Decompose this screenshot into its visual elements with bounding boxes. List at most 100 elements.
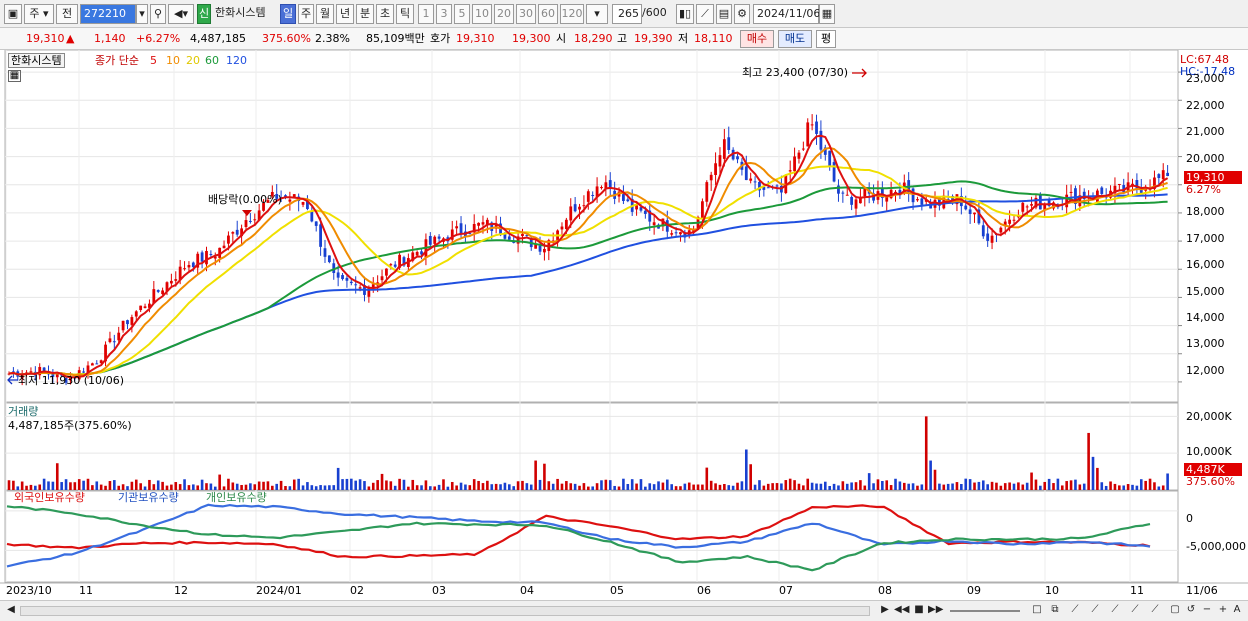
volume-bar bbox=[600, 480, 603, 490]
zoom-box-icon[interactable]: □ bbox=[1030, 604, 1044, 618]
interval-1[interactable]: 1 bbox=[418, 4, 434, 24]
play-icon[interactable]: ▶ bbox=[878, 604, 892, 618]
volume-bar bbox=[310, 485, 314, 490]
candle-body bbox=[459, 223, 463, 235]
font-size-icon[interactable]: A bbox=[1230, 604, 1244, 618]
tool-icon[interactable]: ⟋ bbox=[1108, 604, 1122, 618]
volume-bar bbox=[885, 480, 889, 490]
rewind-icon[interactable]: ◀◀ bbox=[894, 604, 909, 618]
tool-icon[interactable]: ⟋ bbox=[1128, 604, 1142, 618]
bottom-bar: ◀ ▶ ◀◀ ■ ▶▶ □ ⧉ ⟋ ⟋ ⟋ ⟋ ⟋ ▢ ↺ − + A bbox=[0, 600, 1248, 621]
tab-period-year[interactable]: 년 bbox=[336, 4, 354, 24]
interval-20[interactable]: 20 bbox=[494, 4, 514, 24]
restore-icon[interactable]: ↺ bbox=[1184, 604, 1198, 618]
candle-body bbox=[437, 236, 441, 239]
volume-bar bbox=[38, 484, 42, 490]
sell-button[interactable]: 매도 bbox=[778, 30, 812, 48]
candle-body bbox=[806, 122, 810, 147]
candle-body bbox=[248, 220, 252, 222]
x-tick-last-date: 11/06 bbox=[1186, 584, 1218, 597]
volume-bar bbox=[301, 485, 305, 490]
search-icon[interactable]: ⚲ bbox=[150, 4, 166, 24]
eval-button[interactable]: 평 bbox=[816, 30, 836, 48]
interval-dropdown[interactable]: ▾ bbox=[586, 4, 608, 24]
volume-bar bbox=[345, 478, 349, 490]
tool-icon[interactable]: ⟋ bbox=[1148, 604, 1162, 618]
volume-bar bbox=[916, 485, 919, 490]
tool-icon[interactable]: ▢ bbox=[1168, 604, 1182, 618]
legend-stock-name[interactable]: 한화시스템 bbox=[8, 53, 65, 68]
volume-bar bbox=[723, 483, 726, 490]
chevron-down-icon[interactable]: ▾ bbox=[136, 4, 148, 24]
volume-bar bbox=[464, 484, 467, 490]
speaker-icon[interactable]: ◀▾ bbox=[168, 4, 194, 24]
prev-button[interactable]: 전 bbox=[56, 4, 78, 24]
interval-5[interactable]: 5 bbox=[454, 4, 470, 24]
tool-icon[interactable]: ⟋ bbox=[1068, 604, 1082, 618]
candle-body bbox=[209, 254, 213, 256]
tab-period-day[interactable]: 일 bbox=[280, 4, 296, 24]
gear-icon[interactable]: ⚙ bbox=[734, 4, 750, 24]
volume-y-tick: 20,000K bbox=[1186, 410, 1232, 423]
candle-body bbox=[169, 280, 173, 284]
interval-30[interactable]: 30 bbox=[516, 4, 536, 24]
table-icon[interactable]: ▦ bbox=[8, 70, 21, 82]
chart-area[interactable]: 한화시스템 종가 단순 5 10 20 60 120 ▦ LC:67.48 HC… bbox=[0, 50, 1248, 600]
zoom-out-icon[interactable]: − bbox=[1200, 604, 1214, 618]
candle-body bbox=[701, 201, 704, 220]
layout-icon[interactable]: ▣ bbox=[4, 4, 22, 24]
candle-body bbox=[582, 205, 586, 207]
volume-bar bbox=[380, 473, 384, 490]
buy-button[interactable]: 매수 bbox=[740, 30, 774, 48]
tab-period-week[interactable]: 주 bbox=[298, 4, 314, 24]
tool-icon[interactable]: ⟋ bbox=[1088, 604, 1102, 618]
calendar-icon[interactable]: ▦ bbox=[819, 4, 835, 24]
candle-body bbox=[801, 148, 805, 150]
volume-bar bbox=[1021, 484, 1025, 490]
volume-bar bbox=[1047, 478, 1051, 490]
high-label: 고 bbox=[617, 32, 628, 45]
interval-60[interactable]: 60 bbox=[538, 4, 558, 24]
count-input[interactable]: 265 bbox=[612, 4, 642, 24]
tab-period-second[interactable]: 초 bbox=[376, 4, 394, 24]
y-tick: 20,000 bbox=[1186, 152, 1225, 165]
holdings-y-tick: 0 bbox=[1186, 512, 1193, 525]
interval-120[interactable]: 120 bbox=[560, 4, 584, 24]
stop-icon[interactable]: ■ bbox=[912, 604, 926, 618]
date-input[interactable]: 2024/11/06 bbox=[753, 4, 820, 24]
horizontal-scrollbar[interactable] bbox=[20, 606, 870, 616]
zoom-in-icon[interactable]: + bbox=[1216, 604, 1230, 618]
volume-bar bbox=[881, 481, 884, 490]
candle-body bbox=[156, 290, 160, 292]
interval-3[interactable]: 3 bbox=[436, 4, 452, 24]
volume-bar bbox=[174, 482, 178, 490]
save-icon[interactable]: ▤ bbox=[716, 4, 732, 24]
volume-bar bbox=[902, 482, 906, 490]
candle-body bbox=[1038, 195, 1042, 210]
volume-bar bbox=[1030, 472, 1033, 490]
draw-line-icon[interactable]: ⟋ bbox=[696, 4, 714, 24]
stock-code-input[interactable]: 272210 bbox=[80, 4, 136, 24]
candle-icon[interactable]: ▮▯ bbox=[676, 4, 694, 24]
volume-bar bbox=[1157, 486, 1161, 490]
market-select[interactable]: 주 ▾ bbox=[24, 4, 54, 24]
chart-canvas[interactable] bbox=[0, 50, 1248, 600]
scroll-left-icon[interactable]: ◀ bbox=[4, 604, 18, 618]
volume-bar bbox=[227, 478, 230, 490]
candle-body bbox=[797, 152, 801, 159]
volume-bar bbox=[20, 481, 24, 490]
tab-period-minute[interactable]: 분 bbox=[356, 4, 374, 24]
fast-forward-icon[interactable]: ▶▶ bbox=[928, 604, 943, 618]
tab-period-tick[interactable]: 틱 bbox=[396, 4, 414, 24]
volume-bar bbox=[420, 485, 423, 490]
zoom-slider[interactable] bbox=[950, 610, 1020, 612]
multi-chart-icon[interactable]: ⧉ bbox=[1048, 604, 1062, 618]
volume-bar bbox=[1153, 482, 1156, 490]
volume-bar bbox=[1118, 485, 1121, 490]
tab-period-month[interactable]: 월 bbox=[316, 4, 334, 24]
candle-body bbox=[112, 341, 116, 343]
candle-body bbox=[507, 236, 511, 240]
candle-body bbox=[793, 156, 796, 172]
interval-10[interactable]: 10 bbox=[472, 4, 492, 24]
volume-bar bbox=[240, 484, 243, 490]
